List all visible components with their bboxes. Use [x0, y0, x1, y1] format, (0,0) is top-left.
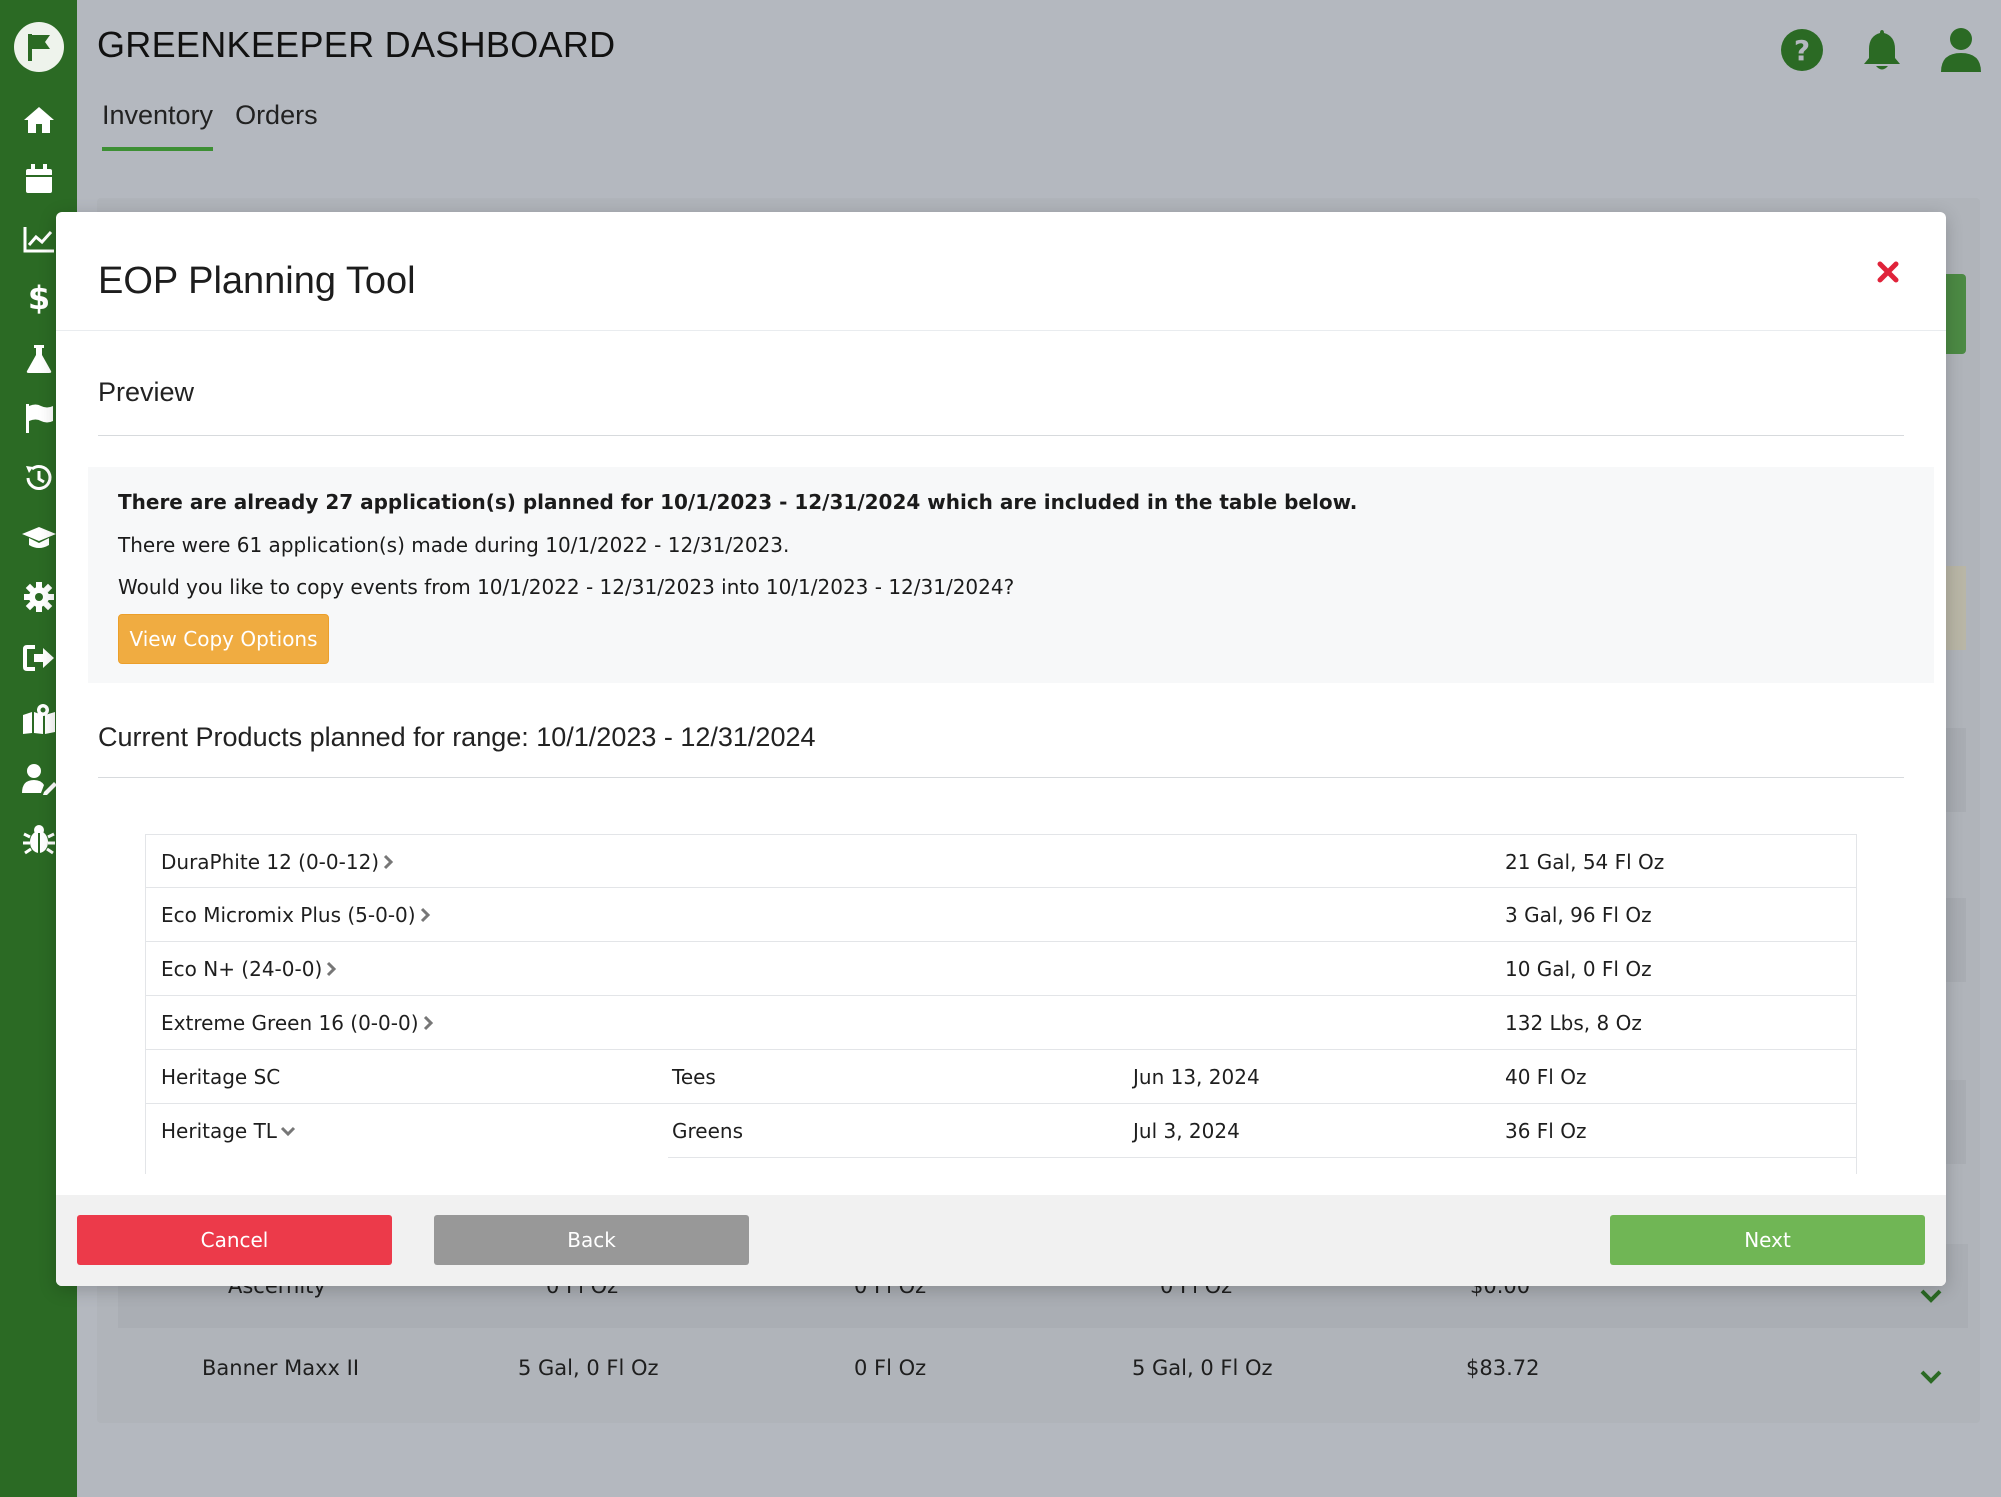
table-row[interactable]: Eco N+ (24-0-0) 10 Gal, 0 Fl Oz: [145, 942, 1857, 996]
product-name[interactable]: Extreme Green 16 (0-0-0): [161, 996, 435, 1050]
table-row[interactable]: Heritage TL Greens Jul 3, 2024 36 Fl Oz: [145, 1104, 1857, 1158]
product-name-label: DuraPhite 12 (0-0-12): [161, 850, 380, 874]
product-name-label: Eco N+ (24-0-0): [161, 957, 323, 981]
preview-title: Preview: [98, 377, 195, 407]
view-copy-options-button[interactable]: View Copy Options: [118, 614, 329, 664]
product-date: Jul 3, 2024: [1133, 1119, 1240, 1143]
chevron-right-icon[interactable]: [381, 853, 395, 871]
gear-icon[interactable]: [20, 578, 58, 616]
product-name: Heritage SC: [161, 1065, 281, 1089]
next-button[interactable]: Next: [1610, 1215, 1925, 1265]
product-name[interactable]: DuraPhite 12 (0-0-12): [161, 835, 395, 889]
product-amount: 40 Fl Oz: [1505, 1065, 1587, 1089]
history-icon[interactable]: [20, 459, 58, 497]
product-amount: 132 Lbs, 8 Oz: [1505, 1011, 1642, 1035]
back-button[interactable]: Back: [434, 1215, 749, 1265]
inventory-row-col3: 5 Gal, 0 Fl Oz: [1132, 1356, 1273, 1380]
tab-inventory[interactable]: Inventory: [102, 100, 214, 151]
product-area: Greens: [672, 1119, 743, 1143]
svg-text:$: $: [28, 281, 50, 315]
home-icon[interactable]: [20, 101, 58, 139]
tab-orders[interactable]: Orders: [235, 100, 318, 151]
dollar-icon[interactable]: $: [20, 279, 58, 317]
user-icon[interactable]: [1939, 27, 1985, 73]
table-row[interactable]: DuraPhite 12 (0-0-12) 21 Gal, 54 Fl Oz: [145, 834, 1857, 888]
product-name-label: Extreme Green 16 (0-0-0): [161, 1011, 419, 1035]
past-applications-text: There were 61 application(s) made during…: [118, 533, 790, 557]
chevron-down-icon[interactable]: [1920, 1289, 1942, 1303]
modal-header: EOP Planning Tool: [56, 212, 1946, 331]
main-tabs: Inventory Orders: [102, 100, 318, 151]
products-title: Current Products planned for range: 10/1…: [98, 722, 816, 752]
sign-out-icon[interactable]: [20, 639, 58, 677]
map-icon[interactable]: [20, 700, 58, 738]
inventory-row-name: Banner Maxx II: [202, 1356, 360, 1380]
close-icon[interactable]: [1870, 254, 1906, 290]
chevron-right-icon[interactable]: [324, 960, 338, 978]
product-name[interactable]: Eco N+ (24-0-0): [161, 942, 338, 996]
graduation-cap-icon[interactable]: [20, 519, 58, 557]
inventory-row: Banner Maxx II 5 Gal, 0 Fl Oz 0 Fl Oz 5 …: [118, 1326, 1968, 1410]
product-amount: 36 Fl Oz: [1505, 1119, 1587, 1143]
product-date: Jun 13, 2024: [1133, 1065, 1260, 1089]
flag-icon[interactable]: [20, 399, 58, 437]
user-edit-icon[interactable]: [20, 760, 58, 798]
product-name-label: Eco Micromix Plus (5-0-0): [161, 903, 416, 927]
flask-icon[interactable]: [20, 340, 58, 378]
flag-logo-icon[interactable]: [14, 22, 64, 72]
product-name-label: Heritage TL: [161, 1119, 277, 1143]
inventory-row-col4: $83.72: [1466, 1356, 1540, 1380]
calendar-icon[interactable]: [20, 160, 58, 198]
svg-text:?: ?: [1794, 34, 1810, 67]
product-area: Tees: [672, 1065, 716, 1089]
divider: [668, 1157, 1857, 1158]
copy-info-box: There are already 27 application(s) plan…: [88, 467, 1934, 683]
table-row[interactable]: Heritage SC Tees Jun 13, 2024 40 Fl Oz: [145, 1050, 1857, 1104]
product-name[interactable]: Eco Micromix Plus (5-0-0): [161, 888, 432, 942]
divider: [98, 435, 1904, 436]
eop-planning-modal: EOP Planning Tool Preview There are alre…: [56, 212, 1946, 1286]
inventory-row-col1: 5 Gal, 0 Fl Oz: [518, 1356, 659, 1380]
divider: [98, 777, 1904, 778]
planned-applications-text: There are already 27 application(s) plan…: [118, 490, 1358, 514]
chevron-right-icon[interactable]: [418, 906, 432, 924]
inventory-row-col2: 0 Fl Oz: [854, 1356, 927, 1380]
product-name[interactable]: Heritage TL: [161, 1104, 297, 1158]
product-amount: 3 Gal, 96 Fl Oz: [1505, 903, 1652, 927]
products-table: DuraPhite 12 (0-0-12) 21 Gal, 54 Fl Oz E…: [145, 834, 1857, 1158]
help-icon[interactable]: ?: [1779, 27, 1825, 73]
chevron-right-icon[interactable]: [421, 1014, 435, 1032]
product-amount: 21 Gal, 54 Fl Oz: [1505, 850, 1665, 874]
app-title: GREENKEEPER DASHBOARD: [97, 24, 616, 65]
product-amount: 10 Gal, 0 Fl Oz: [1505, 957, 1652, 981]
chevron-down-icon[interactable]: [1920, 1370, 1942, 1384]
cancel-button[interactable]: Cancel: [77, 1215, 392, 1265]
bell-icon[interactable]: [1860, 27, 1906, 73]
modal-footer: Cancel Back Next: [56, 1195, 1946, 1286]
chart-icon[interactable]: [20, 220, 58, 258]
copy-question-text: Would you like to copy events from 10/1/…: [118, 575, 1015, 599]
table-row[interactable]: Extreme Green 16 (0-0-0) 132 Lbs, 8 Oz: [145, 996, 1857, 1050]
chevron-down-icon[interactable]: [279, 1124, 297, 1138]
table-row[interactable]: Eco Micromix Plus (5-0-0) 3 Gal, 96 Fl O…: [145, 888, 1857, 942]
bug-icon[interactable]: [20, 820, 58, 858]
modal-title: EOP Planning Tool: [98, 260, 416, 302]
